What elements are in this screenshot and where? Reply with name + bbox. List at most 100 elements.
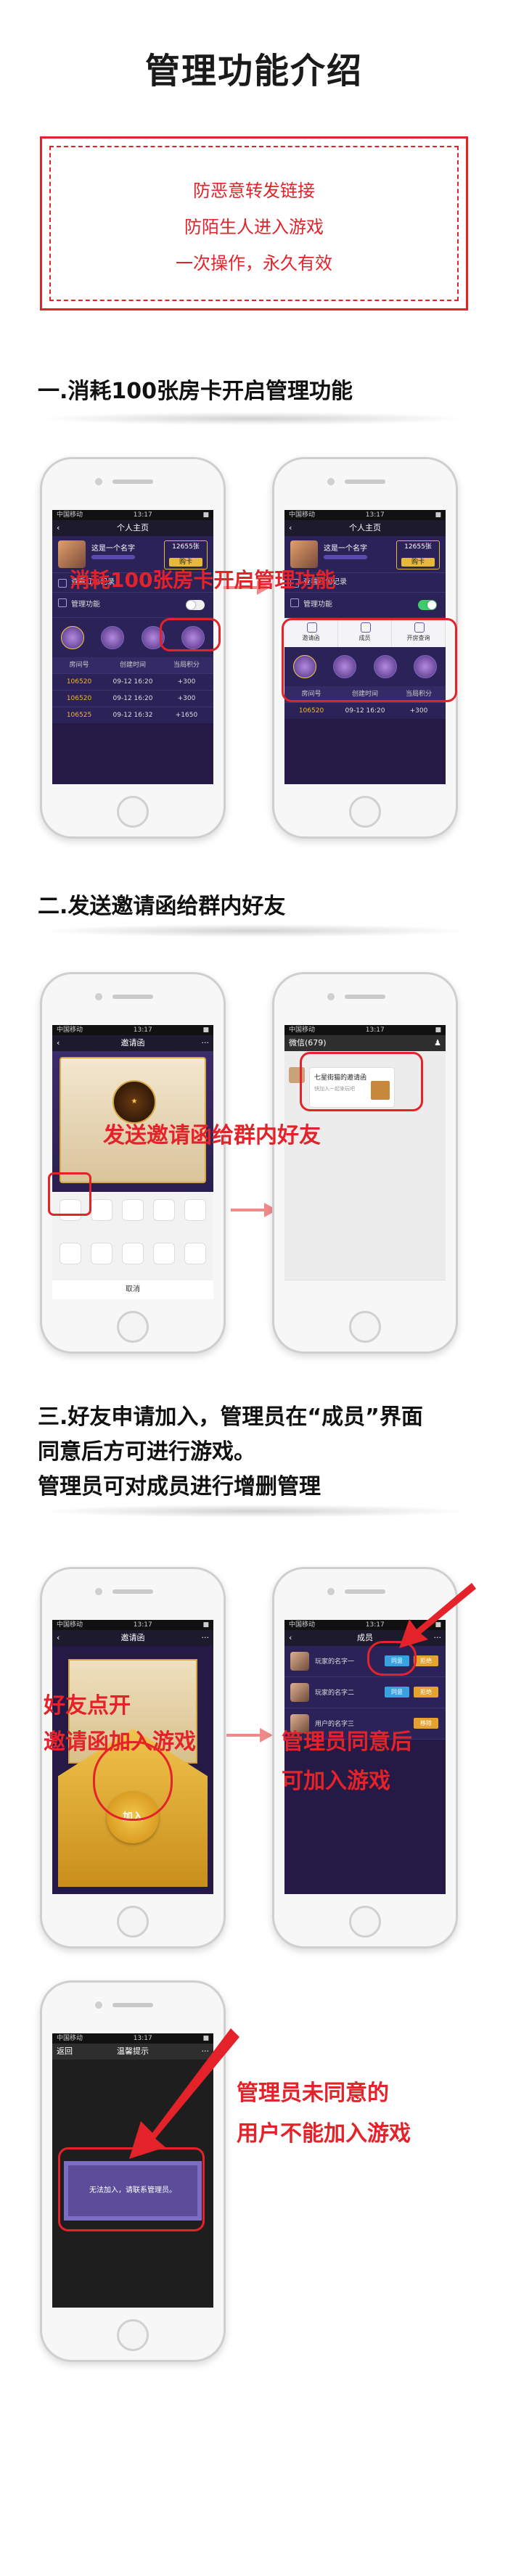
share-favorite-icon[interactable]	[121, 1199, 144, 1221]
phone-invite-share: 中国移动 13:17 ■ ‹ 邀请函 ··· ★ 取消	[40, 972, 226, 1354]
home-button	[117, 1311, 149, 1343]
back-icon[interactable]: ‹	[57, 1630, 60, 1646]
share-browser-icon[interactable]	[184, 1199, 206, 1221]
phone-camera	[95, 478, 102, 485]
section-3-heading-2: 同意后方可进行游戏。	[38, 1439, 255, 1465]
refresh-icon[interactable]	[121, 1243, 144, 1264]
level-bar	[91, 555, 135, 559]
overlay-step3-left-2: 邀请函加入游戏	[44, 1729, 196, 1755]
mgmt-icon	[290, 598, 299, 607]
overlay-step4-2: 用户不能加入游戏	[237, 2121, 411, 2147]
notice-line-2: 防陌生人进入游戏	[184, 217, 324, 237]
phone-camera	[95, 2001, 102, 2009]
back-button[interactable]: 返回	[57, 2044, 73, 2059]
phone-camera	[95, 1588, 102, 1595]
mgmt-icon	[58, 598, 67, 607]
back-icon[interactable]: ‹	[57, 1035, 60, 1051]
section-3-divider	[38, 1505, 470, 1518]
text-size-icon[interactable]	[152, 1243, 175, 1264]
phone-camera	[327, 1588, 335, 1595]
highlight-mgmt-menu	[282, 618, 457, 702]
home-button	[349, 1906, 381, 1938]
buy-card-button[interactable]: 购卡	[401, 558, 435, 567]
phone-camera	[327, 993, 335, 1000]
section-3-heading-3: 管理员可对成员进行增删管理	[38, 1474, 321, 1499]
table-row: 106525 09-12 16:32 +1650	[52, 707, 213, 723]
mgmt-toggle[interactable]	[186, 600, 205, 610]
section-1-heading: 一.消耗100张房卡开启管理功能	[38, 379, 353, 404]
section-2-divider	[38, 924, 470, 937]
notice-line-1: 防恶意转发链接	[193, 181, 315, 201]
avatar	[290, 1652, 309, 1671]
section-1-divider	[38, 412, 470, 425]
back-icon[interactable]: ‹	[289, 520, 292, 536]
hero-avatar[interactable]	[60, 626, 84, 649]
overlay-step3-left-1: 好友点开	[44, 1693, 131, 1719]
back-icon[interactable]: ‹	[57, 520, 60, 536]
font-icon[interactable]	[60, 1243, 82, 1264]
chat-input-bar[interactable]	[284, 1280, 446, 1299]
notice-line-3: 一次操作，永久有效	[176, 253, 332, 273]
phone-speaker	[112, 995, 153, 999]
more-icon[interactable]: ···	[202, 1035, 210, 1051]
more-icon[interactable]: ···	[202, 1630, 210, 1646]
overlay-step3-right-1: 管理员同意后	[282, 1729, 412, 1755]
phone-camera	[95, 993, 102, 1000]
phone-speaker	[112, 1589, 153, 1594]
share-row-actions	[52, 1240, 213, 1275]
remove-button[interactable]: 移除	[414, 1718, 438, 1729]
home-button	[117, 1906, 149, 1938]
invite-screen: 中国移动 13:17 ■ ‹ 邀请函 ··· ★ 取消	[52, 1025, 213, 1299]
status-bar: 中国移动 13:17 ■	[52, 1620, 213, 1630]
home-button	[349, 1311, 381, 1343]
mgmt-toggle[interactable]	[418, 600, 437, 610]
pointer-arrow-icon	[129, 2028, 239, 2159]
red-packet-icon	[58, 579, 67, 588]
level-bar	[324, 555, 367, 559]
members-screen: 中国移动 13:17 ■ ‹ 成员 ··· 玩家的名字一 同意 拒绝 玩家的名字二 同意…	[284, 1620, 446, 1894]
group-icon[interactable]: ♟	[434, 1035, 441, 1051]
share-moments-icon[interactable]	[91, 1199, 113, 1221]
status-bar: 中国移动 13:17 ■	[52, 1025, 213, 1035]
phone-chat: 中国移动 13:17 ■ 微信(679) ♟ 七星街猫的邀请函 快加入一起来玩吧	[272, 972, 458, 1354]
home-button	[117, 2319, 149, 2351]
table-row: 106520 09-12 16:20 +300	[284, 702, 446, 719]
phone-speaker	[112, 480, 153, 484]
approve-button[interactable]: 同意	[385, 1687, 409, 1698]
phone-camera	[327, 478, 335, 485]
phone-speaker	[345, 1589, 385, 1594]
hero-avatar[interactable]	[101, 626, 125, 649]
pointer-arrow-icon	[399, 1583, 476, 1648]
link-icon[interactable]	[91, 1243, 113, 1264]
section-3-heading-1: 三.好友申请加入，管理员在“成员”界面	[38, 1404, 423, 1430]
home-button	[349, 796, 381, 828]
card-balance: 12655张 购卡	[396, 540, 440, 569]
mgmt-row: 管理功能	[284, 593, 446, 618]
nav-bar: ‹ 邀请函 ···	[52, 1035, 213, 1051]
highlight-invite-message	[300, 1052, 423, 1111]
reject-button[interactable]: 拒绝	[414, 1655, 438, 1666]
back-icon[interactable]: ‹	[289, 1630, 292, 1646]
arrow-right-icon	[226, 1728, 273, 1742]
status-bar: 中国移动 13:17 ■	[52, 510, 213, 520]
member-row: 玩家的名字二 同意 拒绝	[284, 1677, 446, 1708]
overlay-step1: 消耗100张房卡开启管理功能	[70, 568, 336, 592]
profile-name: 这是一个名字	[91, 545, 135, 553]
phone-speaker	[345, 995, 385, 999]
highlight-share-friend	[48, 1172, 91, 1216]
status-bar: 中国移动 13:17 ■	[284, 1025, 446, 1035]
nav-bar: ‹ 个人主页	[284, 520, 446, 536]
highlight-toggle	[160, 618, 221, 651]
table-header: 房间号 创建时间 当局积分	[52, 657, 213, 673]
mgmt-row: 管理功能	[52, 593, 213, 618]
book-icon[interactable]	[184, 1243, 206, 1264]
nav-bar: ‹ 个人主页	[52, 520, 213, 536]
cancel-button[interactable]: 取消	[52, 1280, 213, 1299]
reject-button[interactable]: 拒绝	[414, 1687, 438, 1698]
phone-speaker	[345, 480, 385, 484]
overlay-step4-1: 管理员未同意的	[237, 2081, 389, 2106]
back-icon[interactable]: 微信(679)	[289, 1035, 327, 1051]
share-qq-icon[interactable]	[152, 1199, 175, 1221]
nav-bar: 微信(679) ♟	[284, 1035, 446, 1051]
notice-dashed-border: 防恶意转发链接 防陌生人进入游戏 一次操作，永久有效	[49, 146, 459, 301]
